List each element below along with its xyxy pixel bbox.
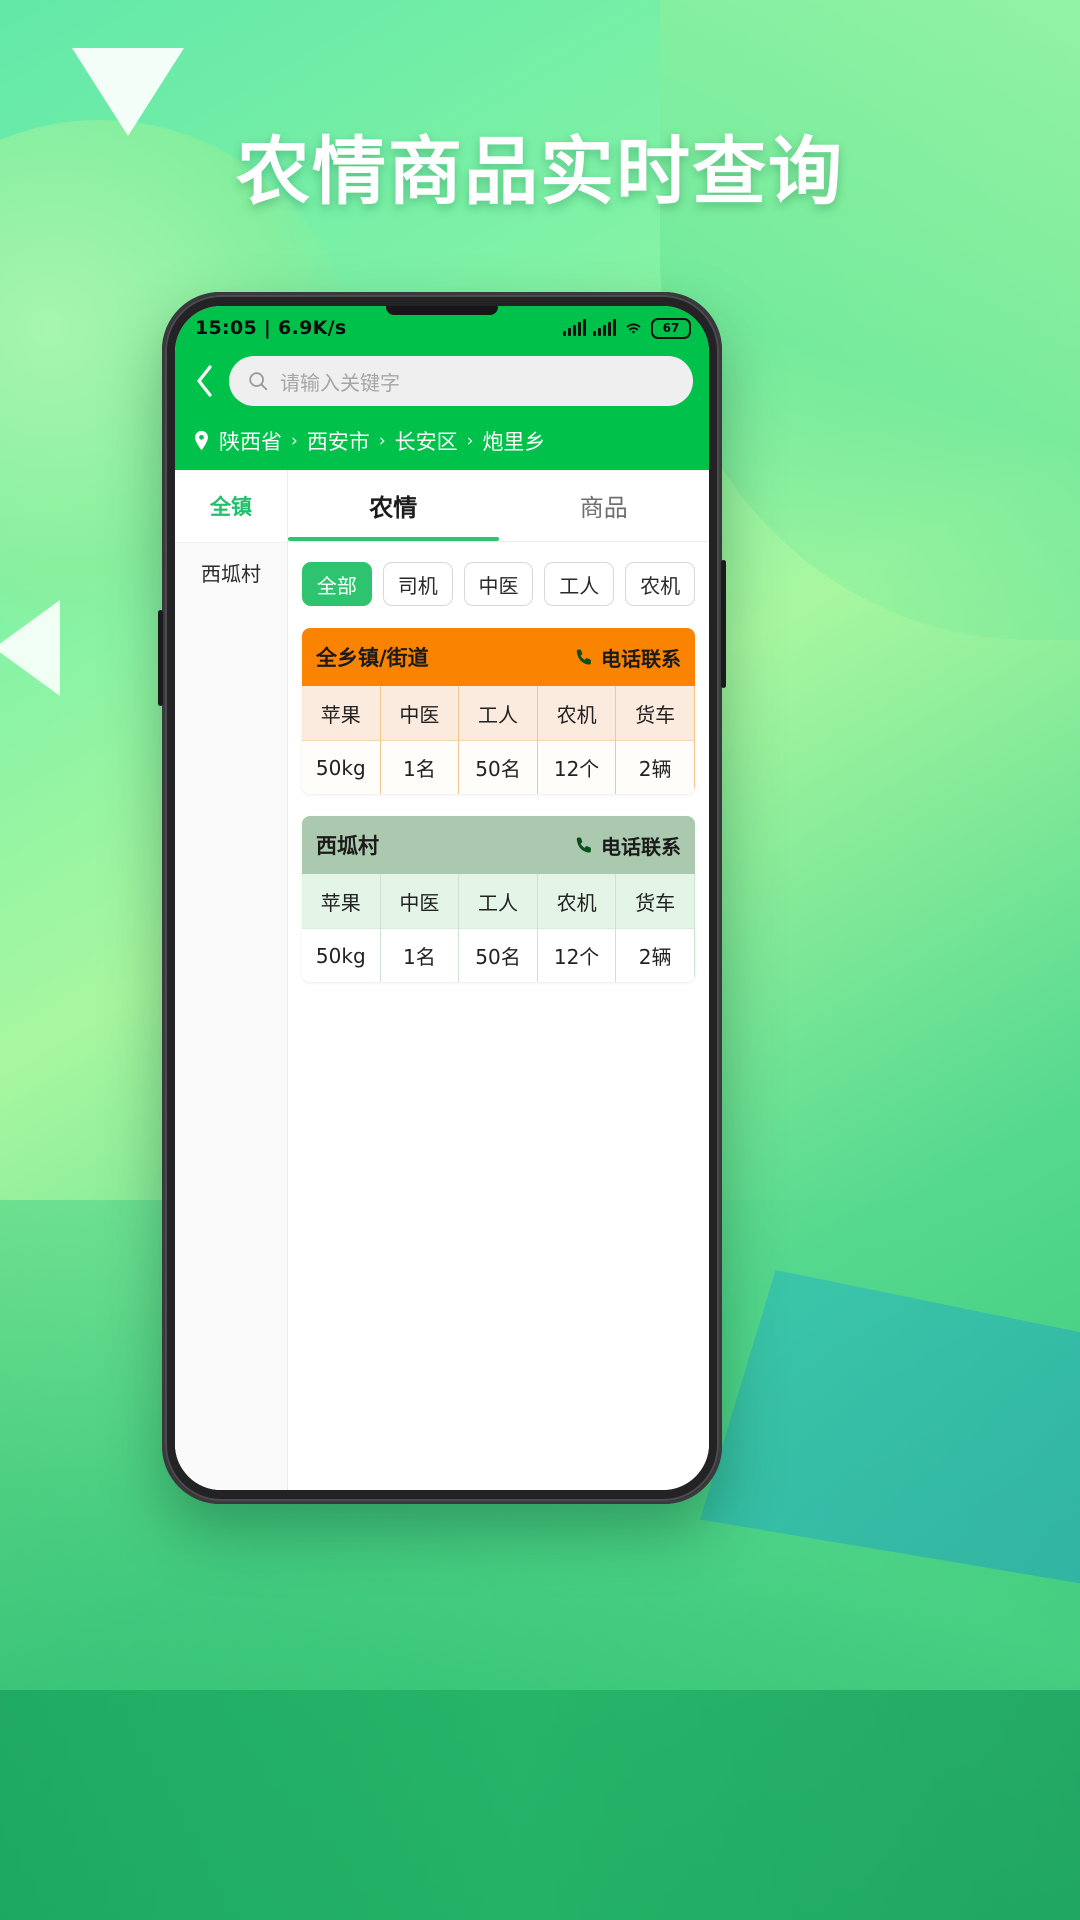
table-cell: 50名	[459, 740, 538, 794]
table-cell: 2辆	[616, 928, 695, 982]
breadcrumb-item-0[interactable]: 陕西省	[219, 426, 282, 456]
main-pane: 农情 商品 全部 司机 中医 工人 农机 全乡镇/街道 电话联系 苹果 中医 工…	[288, 470, 709, 1490]
table-header-cell: 中医	[380, 874, 460, 928]
search-input[interactable]: 请输入关键字	[229, 356, 693, 406]
filter-chip-all[interactable]: 全部	[302, 562, 372, 606]
status-icons: 67	[563, 317, 691, 339]
sidebar-item-village[interactable]: 西坬村	[175, 542, 287, 602]
phone-icon	[576, 648, 591, 665]
background-bottom-band	[0, 1690, 1080, 1920]
info-card: 全乡镇/街道 电话联系 苹果 中医 工人 农机 货车 50kg 1名 50名 1…	[302, 628, 695, 794]
table-header-row: 苹果 中医 工人 农机 货车	[302, 686, 695, 740]
table-header-cell: 苹果	[302, 874, 381, 928]
decorative-triangle-left	[0, 600, 60, 696]
sidebar-item-all[interactable]: 全镇	[175, 470, 287, 542]
table-header-cell: 货车	[616, 874, 695, 928]
filter-chip-row: 全部 司机 中医 工人 农机	[288, 542, 709, 628]
phone-earpiece	[386, 306, 498, 315]
table-header-cell: 中医	[380, 686, 460, 740]
signal-bars-icon	[593, 319, 616, 336]
table-header-cell: 苹果	[302, 686, 381, 740]
table-cell: 50名	[459, 928, 538, 982]
main-content: 全镇 西坬村 农情 商品 全部 司机 中医 工人 农机 全乡镇/街道 电话联系 …	[175, 470, 709, 1490]
breadcrumb-item-2[interactable]: 长安区	[395, 426, 458, 456]
page-title: 农情商品实时查询	[236, 129, 844, 215]
table-cell: 1名	[380, 928, 460, 982]
app-header: 请输入关键字 陕西省 › 西安市 › 长安区 › 炮里乡	[175, 350, 709, 470]
status-time-speed: 15:05 | 6.9K/s	[195, 317, 347, 339]
tab-nongqing[interactable]: 农情	[288, 470, 499, 541]
card-header: 西坬村 电话联系	[302, 816, 695, 874]
filter-chip-worker[interactable]: 工人	[544, 562, 615, 606]
breadcrumb-separator: ›	[291, 431, 298, 451]
card-list: 全乡镇/街道 电话联系 苹果 中医 工人 农机 货车 50kg 1名 50名 1…	[288, 628, 709, 982]
tab-bar: 农情 商品	[288, 470, 709, 542]
phone-volume-button	[158, 610, 163, 706]
sidebar: 全镇 西坬村	[175, 470, 288, 1490]
phone-mockup: 15:05 | 6.9K/s 67 请输入关键字 陕西省 › 西安市 › 长安区…	[158, 292, 726, 1504]
wifi-icon	[623, 320, 644, 336]
table-cell: 1名	[380, 740, 460, 794]
table-header-cell: 农机	[537, 874, 617, 928]
breadcrumb-item-1[interactable]: 西安市	[307, 426, 370, 456]
card-title: 全乡镇/街道	[316, 646, 429, 670]
call-contact-button[interactable]: 电话联系	[574, 643, 681, 672]
table-cell: 12个	[537, 740, 617, 794]
table-cell: 12个	[537, 928, 617, 982]
filter-chip-driver[interactable]: 司机	[382, 562, 453, 606]
battery-level-label: 67	[662, 321, 680, 335]
card-header: 全乡镇/街道 电话联系	[302, 628, 695, 686]
info-card: 西坬村 电话联系 苹果 中医 工人 农机 货车 50kg 1名 50名 12个 …	[302, 816, 695, 982]
back-button[interactable]	[187, 360, 221, 402]
filter-chip-machinery[interactable]: 农机	[625, 562, 695, 606]
search-placeholder: 请输入关键字	[280, 370, 400, 395]
phone-icon	[576, 836, 591, 853]
table-header-cell: 货车	[616, 686, 695, 740]
map-pin-icon	[195, 430, 208, 451]
phone-screen: 15:05 | 6.9K/s 67 请输入关键字 陕西省 › 西安市 › 长安区…	[175, 306, 709, 1490]
call-contact-button[interactable]: 电话联系	[574, 831, 681, 860]
battery-icon: 67	[651, 317, 691, 339]
call-contact-label: 电话联系	[601, 646, 681, 671]
card-title: 西坬村	[316, 834, 379, 858]
table-cell: 50kg	[302, 928, 381, 982]
breadcrumb-item-3[interactable]: 炮里乡	[482, 426, 545, 456]
search-row: 请输入关键字	[187, 356, 693, 406]
tab-shangpin[interactable]: 商品	[499, 470, 710, 541]
table-row: 50kg 1名 50名 12个 2辆	[302, 928, 695, 982]
search-icon	[249, 372, 268, 391]
table-cell: 50kg	[302, 740, 381, 794]
chevron-left-icon	[197, 365, 212, 397]
card-table: 苹果 中医 工人 农机 货车 50kg 1名 50名 12个 2辆	[302, 874, 695, 982]
breadcrumb-separator: ›	[466, 431, 474, 451]
phone-power-button	[721, 560, 726, 688]
card-table: 苹果 中医 工人 农机 货车 50kg 1名 50名 12个 2辆	[302, 686, 695, 794]
call-contact-label: 电话联系	[601, 834, 681, 859]
breadcrumb-separator: ›	[378, 431, 386, 451]
table-header-cell: 工人	[459, 686, 538, 740]
filter-chip-tcm[interactable]: 中医	[463, 562, 534, 606]
table-header-cell: 农机	[537, 686, 617, 740]
table-header-row: 苹果 中医 工人 农机 货车	[302, 874, 695, 928]
signal-bars-icon	[563, 319, 586, 336]
breadcrumb[interactable]: 陕西省 › 西安市 › 长安区 › 炮里乡	[187, 426, 693, 456]
table-header-cell: 工人	[459, 874, 538, 928]
table-row: 50kg 1名 50名 12个 2辆	[302, 740, 695, 794]
table-cell: 2辆	[616, 740, 695, 794]
background-shape-top-right	[660, 0, 1080, 640]
